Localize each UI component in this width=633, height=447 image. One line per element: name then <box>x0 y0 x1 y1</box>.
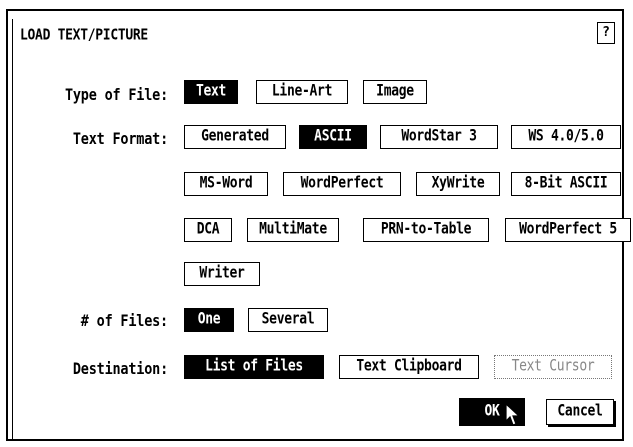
dialog-title: LOAD TEXT/PICTURE <box>20 27 148 45</box>
format-option-writer[interactable]: Writer <box>184 262 260 286</box>
num-files-label: # of Files: <box>80 311 168 331</box>
format-option-ascii[interactable]: ASCII <box>299 125 367 149</box>
help-button[interactable]: ? <box>597 22 615 44</box>
text-format-label: Text Format: <box>72 129 168 149</box>
cancel-button[interactable]: Cancel <box>546 399 614 425</box>
type-of-file-label: Type of File: <box>64 85 168 105</box>
mouse-pointer-icon <box>505 403 521 426</box>
type-option-image[interactable]: Image <box>363 80 427 104</box>
format-option-ws-4-5[interactable]: WS 4.0/5.0 <box>511 125 621 149</box>
format-option-dca[interactable]: DCA <box>184 218 232 242</box>
files-option-several[interactable]: Several <box>248 308 328 332</box>
format-option-generated[interactable]: Generated <box>184 125 286 149</box>
format-option-xywrite[interactable]: XyWrite <box>416 172 500 196</box>
format-option-prn-to-table[interactable]: PRN-to-Table <box>363 218 489 242</box>
format-option-multimate[interactable]: MultiMate <box>247 218 339 242</box>
format-option-ms-word[interactable]: MS-Word <box>184 172 268 196</box>
destination-option-text-cursor: Text Cursor <box>494 355 612 379</box>
format-option-wordperfect[interactable]: WordPerfect <box>283 172 401 196</box>
type-option-text[interactable]: Text <box>184 80 238 104</box>
destination-label: Destination: <box>72 359 168 379</box>
destination-option-list-of-files[interactable]: List of Files <box>184 355 324 379</box>
format-option-wordperfect-5[interactable]: WordPerfect 5 <box>505 218 631 242</box>
format-option-8-bit-ascii[interactable]: 8-Bit ASCII <box>511 172 621 196</box>
format-option-wordstar-3[interactable]: WordStar 3 <box>380 125 498 149</box>
type-option-line-art[interactable]: Line-Art <box>256 80 348 104</box>
files-option-one[interactable]: One <box>184 308 234 332</box>
destination-option-text-clipboard[interactable]: Text Clipboard <box>339 355 479 379</box>
